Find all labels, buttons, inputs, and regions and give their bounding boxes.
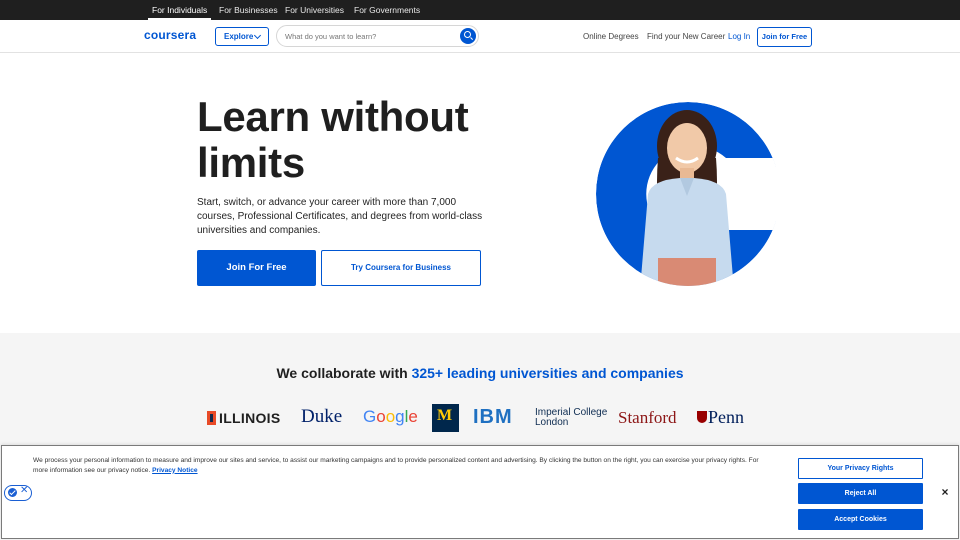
reject-all-button[interactable]: Reject All	[798, 483, 923, 504]
hero-join-button[interactable]: Join For Free	[197, 250, 316, 286]
login-link[interactable]: Log In	[728, 20, 750, 53]
tab-for-universities[interactable]: For Universities	[285, 0, 344, 20]
privacy-choices-icon[interactable]: ✕	[4, 485, 32, 501]
ibm-logo[interactable]: IBM	[473, 406, 513, 429]
audience-bar: For Individuals For Businesses For Unive…	[0, 0, 960, 20]
partners-heading: We collaborate with 325+ leading univers…	[0, 365, 960, 381]
search-input[interactable]	[285, 29, 455, 43]
explore-label: Explore	[224, 32, 254, 41]
penn-logo[interactable]: Penn	[697, 407, 744, 428]
join-for-free-button[interactable]: Join for Free	[757, 27, 812, 47]
tab-for-businesses[interactable]: For Businesses	[219, 0, 278, 20]
partners-heading-prefix: We collaborate with	[276, 365, 412, 381]
privacy-rights-button[interactable]: Your Privacy Rights	[798, 458, 923, 479]
nav-find-new-career[interactable]: Find your New Career	[647, 20, 725, 53]
imperial-logo[interactable]: Imperial College London	[535, 408, 607, 428]
chevron-down-icon	[253, 31, 262, 40]
illinois-logo[interactable]: ILLINOIS	[207, 410, 281, 426]
search-button[interactable]	[460, 28, 476, 44]
privacy-notice-link[interactable]: Privacy Notice	[152, 467, 197, 474]
duke-logo[interactable]: Duke	[301, 406, 342, 428]
stanford-logo[interactable]: Stanford	[618, 408, 677, 428]
site-header: coursera Explore Online Degrees Find you…	[0, 20, 960, 53]
try-business-button[interactable]: Try Coursera for Business	[321, 250, 481, 286]
cookie-banner: We process your personal information to …	[1, 445, 959, 539]
nav-online-degrees[interactable]: Online Degrees	[583, 20, 639, 53]
hero-title-line1: Learn without	[197, 93, 469, 140]
hero-title-line2: limits	[197, 139, 305, 186]
tab-for-individuals[interactable]: For Individuals	[147, 0, 212, 20]
hero-subtitle: Start, switch, or advance your career wi…	[197, 197, 483, 237]
hero-title: Learn without limits	[197, 94, 527, 186]
partners-link[interactable]: 325+ leading universities and companies	[412, 365, 684, 381]
tab-for-governments[interactable]: For Governments	[354, 0, 420, 20]
accept-cookies-button[interactable]: Accept Cookies	[798, 509, 923, 530]
michigan-logo[interactable]: M	[432, 404, 459, 432]
google-logo[interactable]: Google	[363, 407, 418, 427]
close-icon[interactable]: ×	[938, 485, 952, 499]
search-box	[276, 25, 479, 47]
explore-button[interactable]: Explore	[215, 27, 269, 46]
coursera-logo[interactable]: coursera	[144, 28, 196, 42]
cookie-text: We process your personal information to …	[33, 457, 759, 474]
hero-illustration	[596, 102, 776, 286]
